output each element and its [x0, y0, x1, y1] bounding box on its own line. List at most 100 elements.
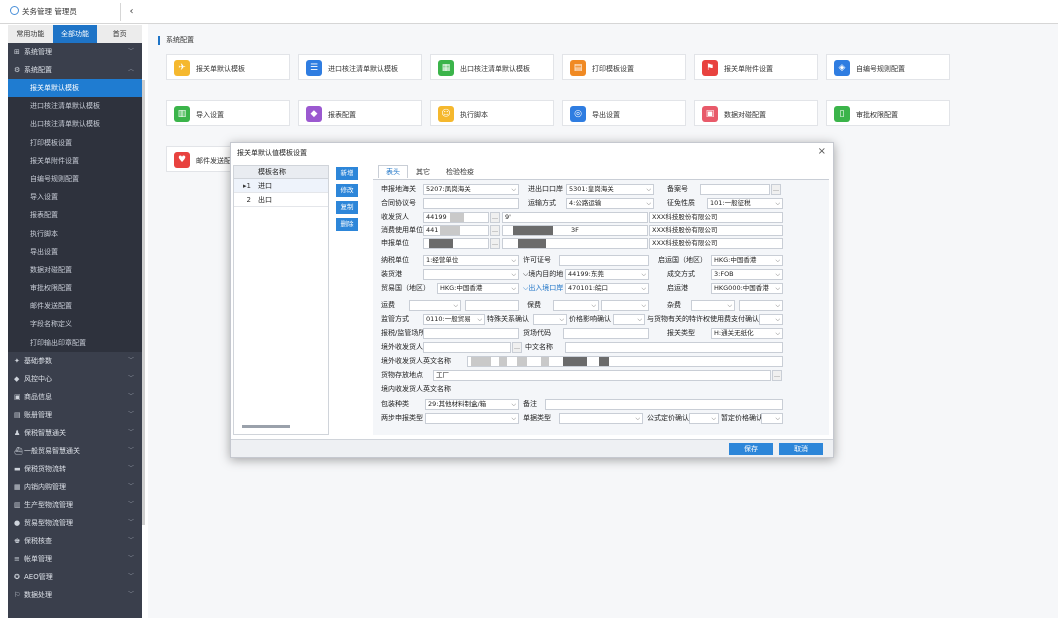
table-row[interactable]: ▸1 进口: [234, 179, 328, 193]
tab-header[interactable]: 表头: [378, 165, 408, 178]
sidebar-item[interactable]: ◆ 风控中心 ﹀: [8, 370, 142, 388]
special-relation-select[interactable]: ⌵: [533, 314, 567, 325]
sidebar-item[interactable]: ✦ 基础参数 ﹀: [8, 352, 142, 370]
save-button[interactable]: 保存: [729, 443, 773, 455]
config-tile[interactable]: ▯ 审批权限配置: [826, 100, 950, 126]
overseas-consignee-lookup-button[interactable]: …: [512, 342, 522, 353]
doc-type-select[interactable]: ⌵: [559, 413, 643, 424]
royalty-select[interactable]: ⌵: [759, 314, 783, 325]
entry-exit-port-link[interactable]: ⌵出入境口岸: [523, 283, 563, 294]
config-tile[interactable]: ◆ 报表配置: [298, 100, 422, 126]
exit-port-select[interactable]: 5301:皇岗海关 ⌵: [566, 184, 654, 195]
tax-unit-select[interactable]: 1:经营单位 ⌵: [423, 255, 519, 266]
record-no-lookup-button[interactable]: …: [771, 184, 781, 195]
package-type-select[interactable]: 29:其他材料制盒/箱 ⌵: [425, 399, 519, 410]
consignee-credit-code-input[interactable]: 9': [502, 212, 648, 223]
provisional-price-select[interactable]: ⌵: [761, 413, 783, 424]
price-effect-select[interactable]: ⌵: [613, 314, 645, 325]
contract-no-input[interactable]: [423, 198, 519, 209]
tax-nature-select[interactable]: 101:一般征税 ⌵: [707, 198, 783, 209]
sidebar-subitem[interactable]: 出口核注清单默认模板: [8, 115, 142, 134]
copy-button[interactable]: 复制: [336, 201, 358, 214]
storage-place-input[interactable]: 工厂: [433, 370, 771, 381]
sidebar-item[interactable]: ● 贸易型物流管理 ﹀: [8, 514, 142, 532]
overseas-en-name-input[interactable]: [467, 356, 783, 367]
consumer-name-input[interactable]: XXX科技股份有限公司: [649, 225, 783, 236]
two-step-select[interactable]: ⌵: [425, 413, 519, 424]
origin-port-select[interactable]: HKG000:中国香港 ⌵: [711, 283, 783, 294]
deal-mode-select[interactable]: 3:FOB ⌵: [711, 269, 783, 280]
config-tile[interactable]: ✈ 报关单默认模板: [166, 54, 290, 80]
sidebar-item[interactable]: ♟ 保税智慧通关 ﹀: [8, 424, 142, 442]
entry-exit-port-select[interactable]: 470101:皖口 ⌵: [565, 283, 649, 294]
bonded-place-input[interactable]: [423, 328, 519, 339]
config-tile[interactable]: ▥ 导入设置: [166, 100, 290, 126]
origin-country-select[interactable]: HKG:中国香港 ⌵: [711, 255, 783, 266]
config-tile[interactable]: ▤ 打印模板设置: [562, 54, 686, 80]
tab-common-functions[interactable]: 常用功能: [8, 25, 53, 43]
record-no-input[interactable]: [700, 184, 770, 195]
insurance-value-input[interactable]: ⌵: [601, 300, 649, 311]
overseas-consignee-input[interactable]: [423, 342, 511, 353]
trade-country-select[interactable]: HKG:中国香港 ⌵: [437, 283, 519, 294]
collapse-sidebar-button[interactable]: ‹: [120, 3, 142, 21]
sidebar-subitem[interactable]: 导入设置: [8, 188, 142, 207]
sidebar-subitem[interactable]: 报表配置: [8, 206, 142, 225]
consumer-lookup-button[interactable]: …: [490, 225, 500, 236]
sidebar-item[interactable]: ♚ 保税核查 ﹀: [8, 532, 142, 550]
table-scrollbar[interactable]: [242, 425, 290, 428]
sidebar-subitem[interactable]: 报关单附件设置: [8, 151, 142, 170]
port-of-loading-select[interactable]: ⌵: [423, 269, 519, 280]
sidebar-subitem[interactable]: 进口核注清单默认模板: [8, 97, 142, 116]
sidebar-scrollbar[interactable]: [142, 80, 145, 525]
domestic-dest-select[interactable]: 44199:东莞 ⌵: [565, 269, 649, 280]
config-tile[interactable]: ☺ 执行脚本: [430, 100, 554, 126]
cn-name-input[interactable]: [565, 342, 783, 353]
goods-place-code-input[interactable]: [563, 328, 649, 339]
sidebar-item[interactable]: ▦ 内销内购管理 ﹀: [8, 478, 142, 496]
sidebar-subitem[interactable]: 自编号规则配置: [8, 169, 142, 189]
sidebar-subitem[interactable]: 导出设置: [8, 242, 142, 261]
sidebar-subitem[interactable]: 打印输出印章配置: [8, 333, 142, 352]
sidebar-subitem[interactable]: 字段名称定义: [8, 315, 142, 334]
edit-button[interactable]: 修改: [336, 184, 358, 197]
sidebar-subitem[interactable]: 执行脚本: [8, 224, 142, 243]
sidebar-item[interactable]: ▤ 账册管理 ﹀: [8, 406, 142, 424]
sidebar-item[interactable]: ▬ 保税货物流转 ﹀: [8, 460, 142, 478]
storage-place-lookup-button[interactable]: …: [772, 370, 782, 381]
config-tile[interactable]: ▦ 出口核注清单默认模板: [430, 54, 554, 80]
report-type-select[interactable]: H:通关无纸化 ⌵: [711, 328, 783, 339]
tab-inspection[interactable]: 检验检疫: [438, 165, 482, 178]
transport-mode-select[interactable]: 4:公路运输 ⌵: [566, 198, 654, 209]
declarant-name-input[interactable]: XXX科技股份有限公司: [649, 238, 783, 249]
consignee-name-input[interactable]: XXX科技股份有限公司: [649, 212, 783, 223]
table-row[interactable]: 2 出口: [234, 193, 328, 207]
cancel-button[interactable]: 取消: [779, 443, 823, 455]
sidebar-item[interactable]: ✪ AEO管理 ﹀: [8, 568, 142, 586]
tab-other[interactable]: 其它: [408, 165, 438, 178]
sidebar-item[interactable]: ⚐ 数据处理 ﹀: [8, 586, 142, 604]
consignee-lookup-button[interactable]: …: [490, 212, 500, 223]
customs-port-select[interactable]: 5207:凤岗海关 ⌵: [423, 184, 519, 195]
formula-price-select[interactable]: ⌵: [689, 413, 719, 424]
insurance-type-select[interactable]: ⌵: [553, 300, 599, 311]
close-icon[interactable]: ×: [818, 146, 826, 157]
sidebar-subitem[interactable]: 审批权限配置: [8, 279, 142, 298]
add-button[interactable]: 新增: [336, 167, 358, 180]
remarks-input[interactable]: [545, 399, 783, 410]
license-no-input[interactable]: [559, 255, 649, 266]
sidebar-item[interactable]: ≡ 帐单管理 ﹀: [8, 550, 142, 568]
tab-home[interactable]: 首页: [97, 25, 142, 43]
misc-fee-type-select[interactable]: ⌵: [691, 300, 735, 311]
sidebar-item[interactable]: ⚙ 系统配置 ︿: [8, 61, 142, 79]
delete-button[interactable]: 删除: [336, 218, 358, 231]
freight-value-input[interactable]: [465, 300, 519, 311]
sidebar-subitem[interactable]: 数据对碰配置: [8, 260, 142, 280]
sidebar-subitem[interactable]: 报关单默认模板: [8, 79, 142, 98]
supervision-select[interactable]: 0110:一般贸易 ⌵: [423, 314, 485, 325]
config-tile[interactable]: ◈ 自编号规则配置: [826, 54, 950, 80]
config-tile[interactable]: ⚑ 报关单附件设置: [694, 54, 818, 80]
misc-fee-value-input[interactable]: ⌵: [739, 300, 783, 311]
sidebar-item[interactable]: ⛴一般贸易智慧通关 ﹀: [8, 442, 142, 460]
config-tile[interactable]: ☰ 进口核注清单默认模板: [298, 54, 422, 80]
